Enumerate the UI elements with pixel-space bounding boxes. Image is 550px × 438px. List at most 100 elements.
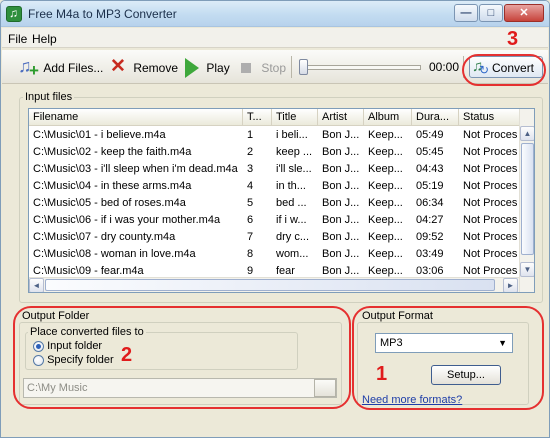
cell-status: Not Proces [463,146,518,158]
toolbar: Add Files... Remove Play Stop 00:00 Conv… [2,50,548,84]
cell-artist: Bon J... [322,214,360,226]
vertical-scroll-thumb[interactable] [521,143,534,255]
cell-filename: C:\Music\08 - woman in love.m4a [33,248,196,260]
column-header-track[interactable]: T... [243,109,272,126]
title-bar[interactable]: Free M4a to MP3 Converter —□✕ [1,1,549,27]
column-header-artist[interactable]: Artist [318,109,364,126]
annotation-number-1: 1 [376,363,388,385]
cell-title: wom... [276,248,309,260]
cell-duration: 05:49 [416,129,444,141]
stop-label: Stop [261,60,287,75]
cell-album: Keep... [368,146,403,158]
cell-artist: Bon J... [322,248,360,260]
menu-file[interactable]: File [8,32,27,46]
app-window: Free M4a to MP3 Converter —□✕ File Help … [0,0,550,438]
more-formats-link[interactable]: Need more formats? [362,394,462,406]
output-folder-field[interactable]: C:\My Music [23,378,337,398]
cell-duration: 06:34 [416,197,444,209]
cell-title: bed ... [276,197,307,209]
cell-filename: C:\Music\03 - i'll sleep when i'm dead.m… [33,163,238,175]
cell-filename: C:\Music\01 - i believe.m4a [33,129,166,141]
radio-input-folder-indicator[interactable] [33,340,44,352]
cell-track: 2 [247,146,254,158]
cell-album: Keep... [368,180,403,192]
remove-button[interactable]: Remove [108,57,178,77]
cell-duration: 03:49 [416,248,444,260]
cell-album: Keep... [368,231,403,243]
maximize-button[interactable]: □ [479,4,503,22]
column-header-duration[interactable]: Dura... [412,109,459,126]
playback-slider-thumb[interactable] [299,59,308,75]
vertical-scrollbar[interactable]: ▲ ▼ [519,109,534,292]
column-header-filename[interactable]: Filename [29,109,243,126]
radio-input-folder-label: Input folder [47,340,103,352]
chevron-down-icon[interactable]: ▼ [498,334,507,352]
convert-icon [470,57,492,80]
play-button[interactable]: Play [181,57,230,78]
table-row[interactable]: C:\Music\07 - dry county.m4a 7 dry c... Bon… [29,229,519,246]
column-header-title[interactable]: Title [272,109,318,126]
annotation-number-3: 3 [507,28,519,50]
convert-label: Convert [492,60,535,75]
cell-filename: C:\Music\07 - dry county.m4a [33,231,176,243]
cell-album: Keep... [368,248,403,260]
cell-status: Not Proces [463,248,518,260]
cell-title: i'll sle... [276,163,312,175]
window-title: Free M4a to MP3 Converter [28,7,177,21]
cell-title: if i w... [276,214,307,226]
cell-artist: Bon J... [322,146,360,158]
add-files-button[interactable]: Add Files... [18,56,103,81]
convert-button[interactable]: Convert [469,56,543,80]
cell-artist: Bon J... [322,231,360,243]
table-row[interactable]: C:\Music\08 - woman in love.m4a 8 wom... Bo… [29,246,519,263]
input-files-title: Input files [23,91,75,103]
table-row[interactable]: C:\Music\01 - i believe.m4a 1 i beli... Bon… [29,127,519,144]
cell-track: 6 [247,214,254,226]
browse-folder-button[interactable] [314,379,336,397]
radio-specify-folder[interactable]: Specify folder [33,354,114,368]
cell-duration: 05:19 [416,180,444,192]
minimize-button[interactable]: — [454,4,478,22]
radio-specify-folder-label: Specify folder [47,354,114,366]
format-select[interactable]: MP3 ▼ [375,333,513,353]
table-row[interactable]: C:\Music\05 - bed of roses.m4a 5 bed ... Bo… [29,195,519,212]
close-button[interactable]: ✕ [504,4,544,22]
menu-help[interactable]: Help [32,32,57,46]
play-label: Play [206,60,230,75]
radio-specify-folder-indicator[interactable] [33,354,44,366]
cell-artist: Bon J... [322,163,360,175]
cell-album: Keep... [368,163,403,175]
setup-button[interactable]: Setup... [431,365,501,385]
cell-track: 5 [247,197,254,209]
cell-duration: 05:45 [416,146,444,158]
scroll-down-button[interactable]: ▼ [520,262,534,277]
cell-status: Not Proces [463,129,518,141]
horizontal-scroll-thumb[interactable] [45,279,495,291]
cell-album: Keep... [368,197,403,209]
cell-filename: C:\Music\02 - keep the faith.m4a [33,146,192,158]
cell-track: 3 [247,163,254,175]
horizontal-scrollbar[interactable]: ◄ ► [29,277,519,292]
table-row[interactable]: C:\Music\06 - if i was your mother.m4a 6 i… [29,212,519,229]
stop-button[interactable]: Stop [236,57,286,77]
column-header-album[interactable]: Album [364,109,412,126]
table-row[interactable]: C:\Music\03 - i'll sleep when i'm dead.m… [29,161,519,178]
cell-status: Not Proces [463,231,518,243]
radio-input-folder[interactable]: Input folder [33,340,102,354]
input-files-list[interactable]: Filename T... Title Artist Album Dura...… [28,108,535,293]
table-row[interactable]: C:\Music\02 - keep the faith.m4a 2 keep ..… [29,144,519,161]
toolbar-separator [463,56,464,78]
list-header: Filename T... Title Artist Album Dura...… [29,109,534,126]
cell-title: i beli... [276,129,308,141]
scroll-left-button[interactable]: ◄ [29,278,44,292]
cell-artist: Bon J... [322,197,360,209]
cell-title: in th... [276,180,306,192]
scroll-right-button[interactable]: ► [503,278,518,292]
scroll-up-button[interactable]: ▲ [520,126,534,141]
cell-title: dry c... [276,231,310,243]
cell-duration: 09:52 [416,231,444,243]
playback-slider-track[interactable] [299,65,421,70]
cell-track: 7 [247,231,254,243]
app-icon [6,6,22,22]
table-row[interactable]: C:\Music\04 - in these arms.m4a 4 in th...… [29,178,519,195]
